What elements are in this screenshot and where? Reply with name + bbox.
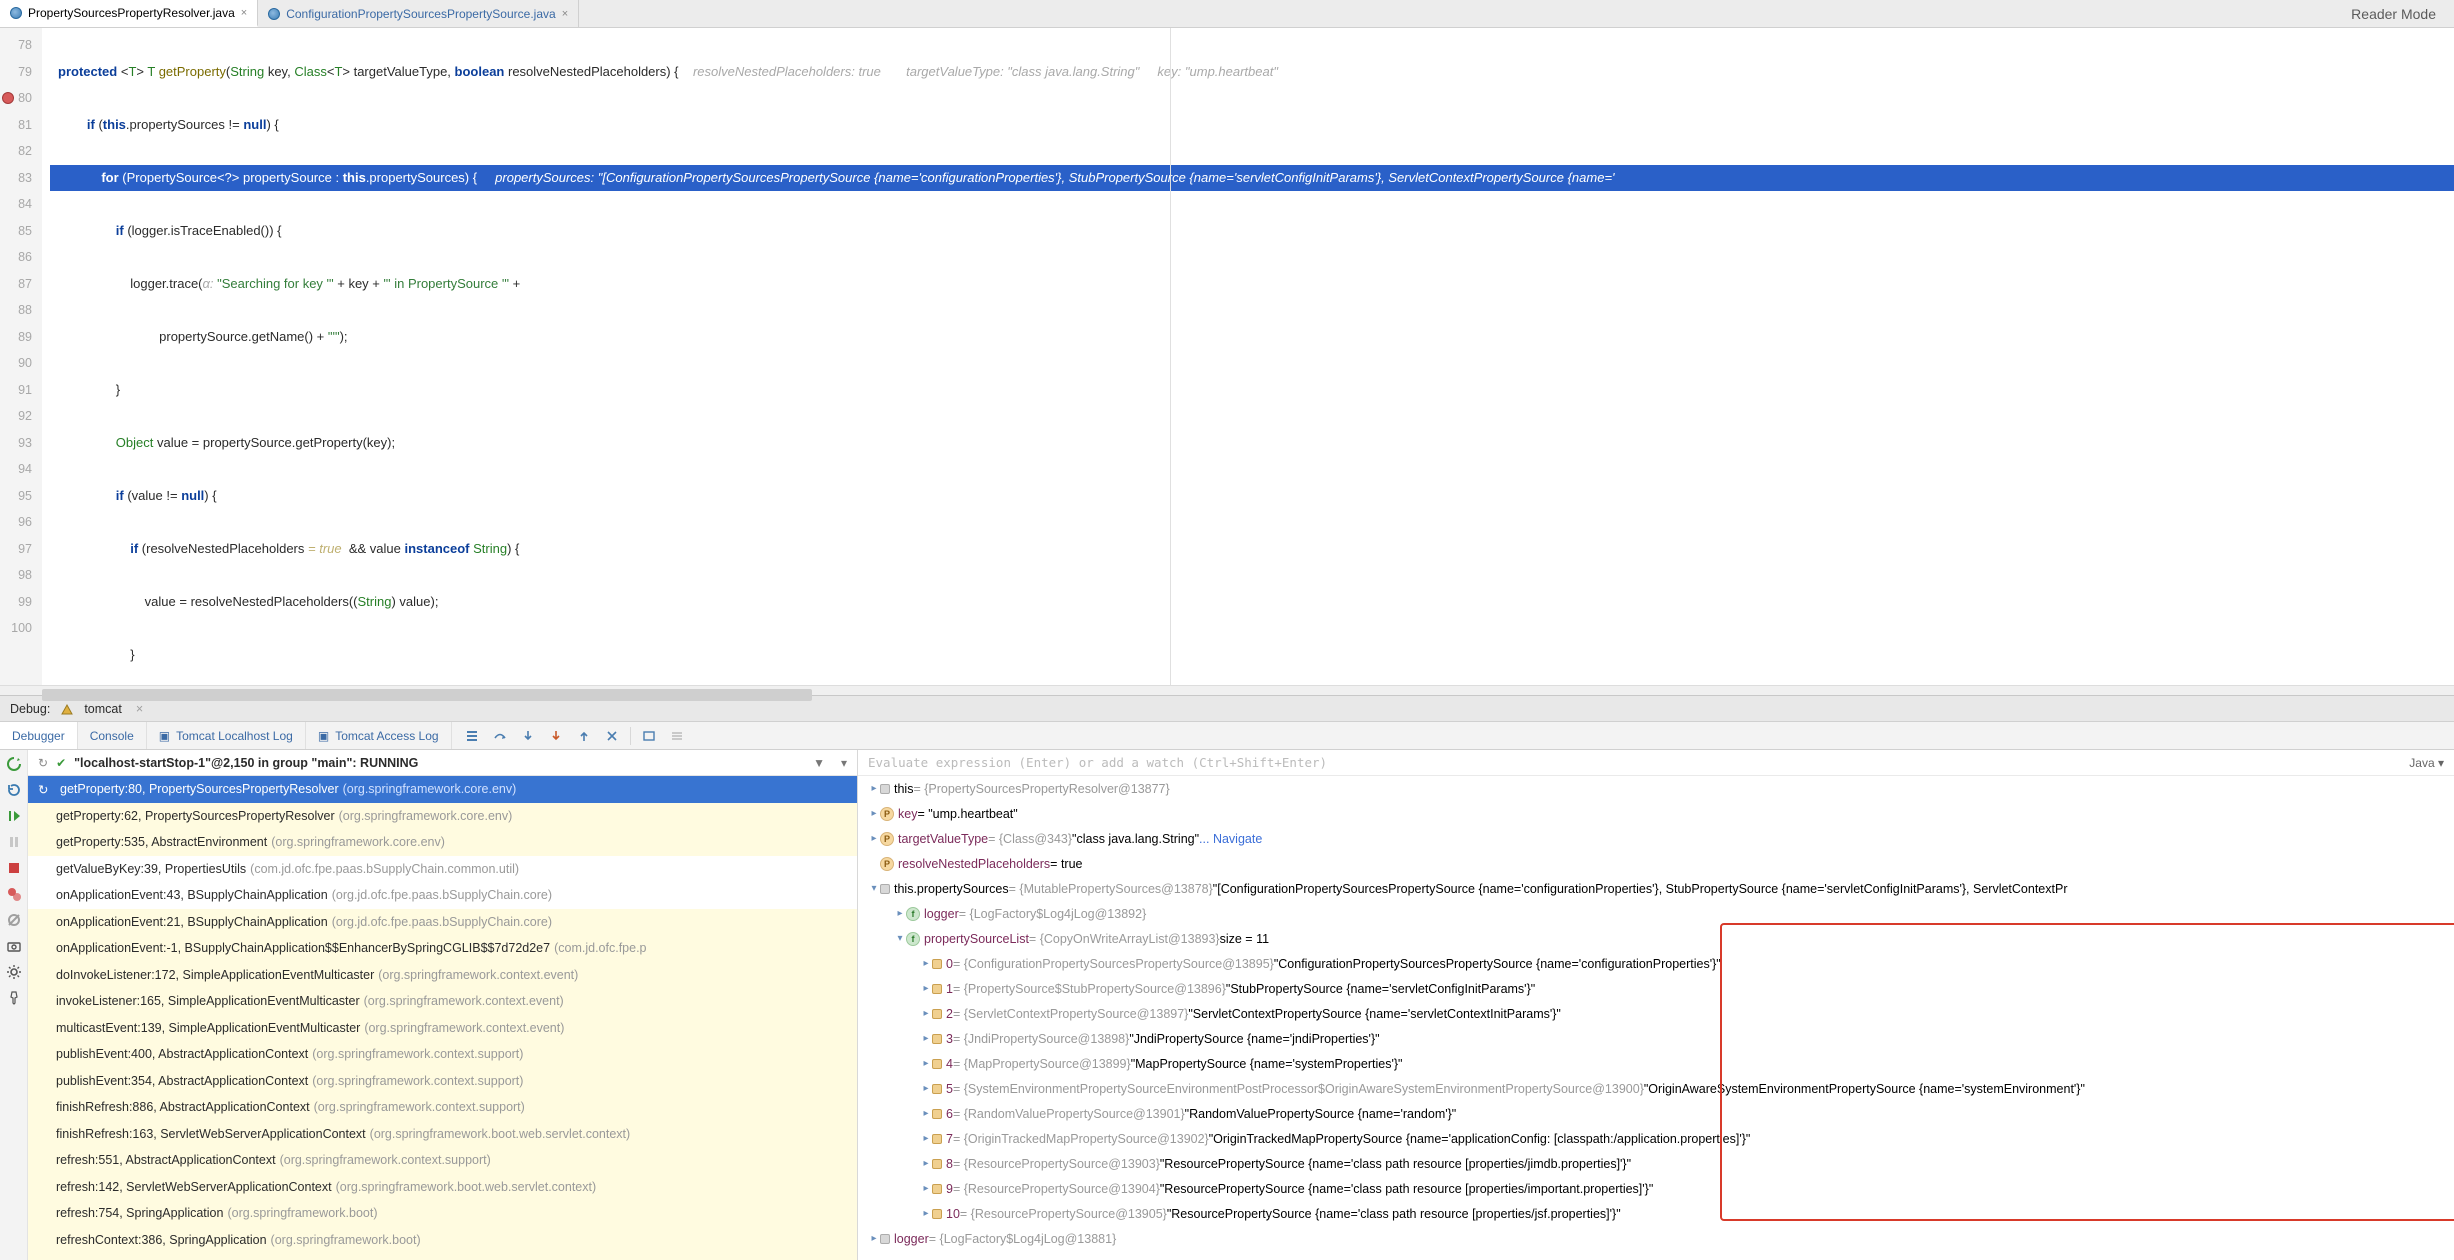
trace-icon[interactable] bbox=[667, 726, 687, 746]
variable-node[interactable]: ▸1 = {PropertySource$StubPropertySource@… bbox=[858, 976, 2454, 1001]
stack-frame[interactable]: publishEvent:354, AbstractApplicationCon… bbox=[28, 1068, 857, 1095]
stack-frame[interactable]: run:307, SpringApplication (org.springfr… bbox=[28, 1253, 857, 1260]
debug-toolbar: Debugger Console ▣ Tomcat Localhost Log … bbox=[0, 722, 2454, 750]
access-log-tab[interactable]: ▣ Tomcat Access Log bbox=[306, 722, 452, 749]
drop-frame-icon[interactable] bbox=[602, 726, 622, 746]
stack-frame[interactable]: refresh:754, SpringApplication (org.spri… bbox=[28, 1200, 857, 1227]
stack-frame[interactable]: ↻getProperty:80, PropertySourcesProperty… bbox=[28, 776, 857, 803]
server-icon: ▣ bbox=[318, 729, 329, 743]
localhost-log-tab[interactable]: ▣ Tomcat Localhost Log bbox=[147, 722, 306, 749]
view-breakpoints-icon[interactable] bbox=[6, 886, 22, 902]
watch-row: Evaluate expression (Enter) or add a wat… bbox=[858, 750, 2454, 776]
checkmark-icon: ✔ bbox=[56, 756, 66, 770]
stack-frame[interactable]: finishRefresh:886, AbstractApplicationCo… bbox=[28, 1094, 857, 1121]
debug-side-buttons bbox=[0, 750, 28, 1260]
frames-header: ↻ ✔ "localhost-startStop-1"@2,150 in gro… bbox=[28, 750, 857, 776]
resume-icon[interactable] bbox=[6, 808, 22, 824]
tomcat-icon bbox=[60, 702, 74, 716]
stack-frame[interactable]: getProperty:62, PropertySourcesPropertyR… bbox=[28, 803, 857, 830]
close-icon[interactable]: × bbox=[562, 8, 568, 20]
tab-file-1[interactable]: PropertySourcesPropertyResolver.java × bbox=[0, 0, 258, 27]
stack-frame[interactable]: getValueByKey:39, PropertiesUtils (com.j… bbox=[28, 856, 857, 883]
java-file-icon bbox=[10, 7, 22, 19]
variable-node[interactable]: ▸4 = {MapPropertySource@13899} "MapPrope… bbox=[858, 1051, 2454, 1076]
variable-node[interactable]: ▸9 = {ResourcePropertySource@13904} "Res… bbox=[858, 1176, 2454, 1201]
settings-icon[interactable] bbox=[6, 964, 22, 980]
console-tab[interactable]: Console bbox=[78, 722, 147, 749]
step-into-icon[interactable] bbox=[518, 726, 538, 746]
variable-node[interactable]: ▸2 = {ServletContextPropertySource@13897… bbox=[858, 1001, 2454, 1026]
step-over-icon[interactable] bbox=[490, 726, 510, 746]
code-editor: 78 79 80 81 82 83 84 85 86 87 88 89 90 9… bbox=[0, 28, 2454, 695]
pause-icon[interactable] bbox=[6, 834, 22, 850]
refresh-icon[interactable]: ↻ bbox=[38, 756, 48, 770]
reader-mode-label[interactable]: Reader Mode bbox=[2333, 6, 2454, 22]
editor-tabs: PropertySourcesPropertyResolver.java × C… bbox=[0, 0, 2454, 28]
evaluate-icon[interactable] bbox=[639, 726, 659, 746]
code-area[interactable]: protected <T> T getProperty(String key, … bbox=[42, 28, 2454, 685]
variable-node[interactable]: PresolveNestedPlaceholders = true bbox=[858, 851, 2454, 876]
close-icon[interactable]: × bbox=[241, 7, 247, 19]
tab-label: ConfigurationPropertySourcesPropertySour… bbox=[286, 7, 555, 21]
variable-node[interactable]: ▸5 = {SystemEnvironmentPropertySourceEnv… bbox=[858, 1076, 2454, 1101]
variable-node[interactable]: ▸flogger = {LogFactory$Log4jLog@13892} bbox=[858, 901, 2454, 926]
horizontal-scrollbar[interactable] bbox=[0, 685, 2454, 695]
debug-label: Debug: bbox=[10, 702, 50, 716]
force-step-into-icon[interactable] bbox=[546, 726, 566, 746]
stack-frame[interactable]: refresh:551, AbstractApplicationContext … bbox=[28, 1147, 857, 1174]
frame-icon: ↻ bbox=[38, 782, 52, 796]
close-icon[interactable]: × bbox=[132, 702, 143, 716]
stack-frame[interactable]: refresh:142, ServletWebServerApplication… bbox=[28, 1174, 857, 1201]
debugger-tab[interactable]: Debugger bbox=[0, 722, 78, 749]
editor-gutter: 78 79 80 81 82 83 84 85 86 87 88 89 90 9… bbox=[0, 28, 42, 685]
stack-frame[interactable]: onApplicationEvent:-1, BSupplyChainAppli… bbox=[28, 935, 857, 962]
stack-frame[interactable]: publishEvent:400, AbstractApplicationCon… bbox=[28, 1041, 857, 1068]
stack-frame[interactable]: finishRefresh:163, ServletWebServerAppli… bbox=[28, 1121, 857, 1148]
tab-label: PropertySourcesPropertyResolver.java bbox=[28, 6, 235, 20]
variable-node[interactable]: ▸PtargetValueType = {Class@343} "class j… bbox=[858, 826, 2454, 851]
rerun-icon[interactable] bbox=[6, 756, 22, 772]
variable-node[interactable]: ▸this = {PropertySourcesPropertyResolver… bbox=[858, 776, 2454, 801]
stack-frame[interactable]: onApplicationEvent:43, BSupplyChainAppli… bbox=[28, 882, 857, 909]
show-execution-point-icon[interactable] bbox=[462, 726, 482, 746]
variable-node[interactable]: ▸6 = {RandomValuePropertySource@13901} "… bbox=[858, 1101, 2454, 1126]
variable-node[interactable]: ▸logger = {LogFactory$Log4jLog@13881} bbox=[858, 1226, 2454, 1251]
dropdown-icon[interactable]: ▾ bbox=[833, 756, 847, 770]
java-file-icon bbox=[268, 8, 280, 20]
stack-frame[interactable]: multicastEvent:139, SimpleApplicationEve… bbox=[28, 1015, 857, 1042]
frames-list[interactable]: ↻getProperty:80, PropertySourcesProperty… bbox=[28, 776, 857, 1260]
variable-node[interactable]: ▸7 = {OriginTrackedMapPropertySource@139… bbox=[858, 1126, 2454, 1151]
execution-line: for (PropertySource<?> propertySource : … bbox=[50, 165, 2454, 192]
stack-frame[interactable]: doInvokeListener:172, SimpleApplicationE… bbox=[28, 962, 857, 989]
frames-thread-label[interactable]: "localhost-startStop-1"@2,150 in group "… bbox=[74, 756, 418, 770]
camera-icon[interactable] bbox=[6, 938, 22, 954]
variables-tree[interactable]: ▸this = {PropertySourcesPropertyResolver… bbox=[858, 776, 2454, 1260]
debug-config-name[interactable]: tomcat bbox=[84, 702, 122, 716]
watch-input[interactable]: Evaluate expression (Enter) or add a wat… bbox=[868, 755, 2399, 770]
pin-icon[interactable] bbox=[6, 990, 22, 1006]
tab-file-2[interactable]: ConfigurationPropertySourcesPropertySour… bbox=[258, 0, 579, 27]
variable-node[interactable]: ▸8 = {ResourcePropertySource@13903} "Res… bbox=[858, 1151, 2454, 1176]
variable-node[interactable]: ▾fpropertySourceList = {CopyOnWriteArray… bbox=[858, 926, 2454, 951]
stack-frame[interactable]: onApplicationEvent:21, BSupplyChainAppli… bbox=[28, 909, 857, 936]
stop-icon[interactable] bbox=[6, 860, 22, 876]
lang-label[interactable]: Java ▾ bbox=[2409, 756, 2444, 770]
filter-icon[interactable]: ▼ bbox=[813, 756, 825, 770]
variable-node[interactable]: ▸10 = {ResourcePropertySource@13905} "Re… bbox=[858, 1201, 2454, 1226]
step-out-icon[interactable] bbox=[574, 726, 594, 746]
variable-node[interactable]: ▾this.propertySources = {MutableProperty… bbox=[858, 876, 2454, 901]
stack-frame[interactable]: getProperty:535, AbstractEnvironment (or… bbox=[28, 829, 857, 856]
stack-frame[interactable]: invokeListener:165, SimpleApplicationEve… bbox=[28, 988, 857, 1015]
update-icon[interactable] bbox=[6, 782, 22, 798]
stack-frame[interactable]: refreshContext:386, SpringApplication (o… bbox=[28, 1227, 857, 1254]
variable-node[interactable]: ▸3 = {JndiPropertySource@13898} "JndiPro… bbox=[858, 1026, 2454, 1051]
soft-wrap-guide bbox=[1170, 28, 1171, 685]
debug-tool-window: Debug: tomcat × Debugger Console ▣ Tomca… bbox=[0, 695, 2454, 1260]
server-icon: ▣ bbox=[159, 729, 170, 743]
variable-node[interactable]: ▸Pkey = "ump.heartbeat" bbox=[858, 801, 2454, 826]
breakpoint-icon[interactable]: 80 bbox=[0, 85, 42, 112]
mute-breakpoints-icon[interactable] bbox=[6, 912, 22, 928]
variable-node[interactable]: ▸0 = {ConfigurationPropertySourcesProper… bbox=[858, 951, 2454, 976]
